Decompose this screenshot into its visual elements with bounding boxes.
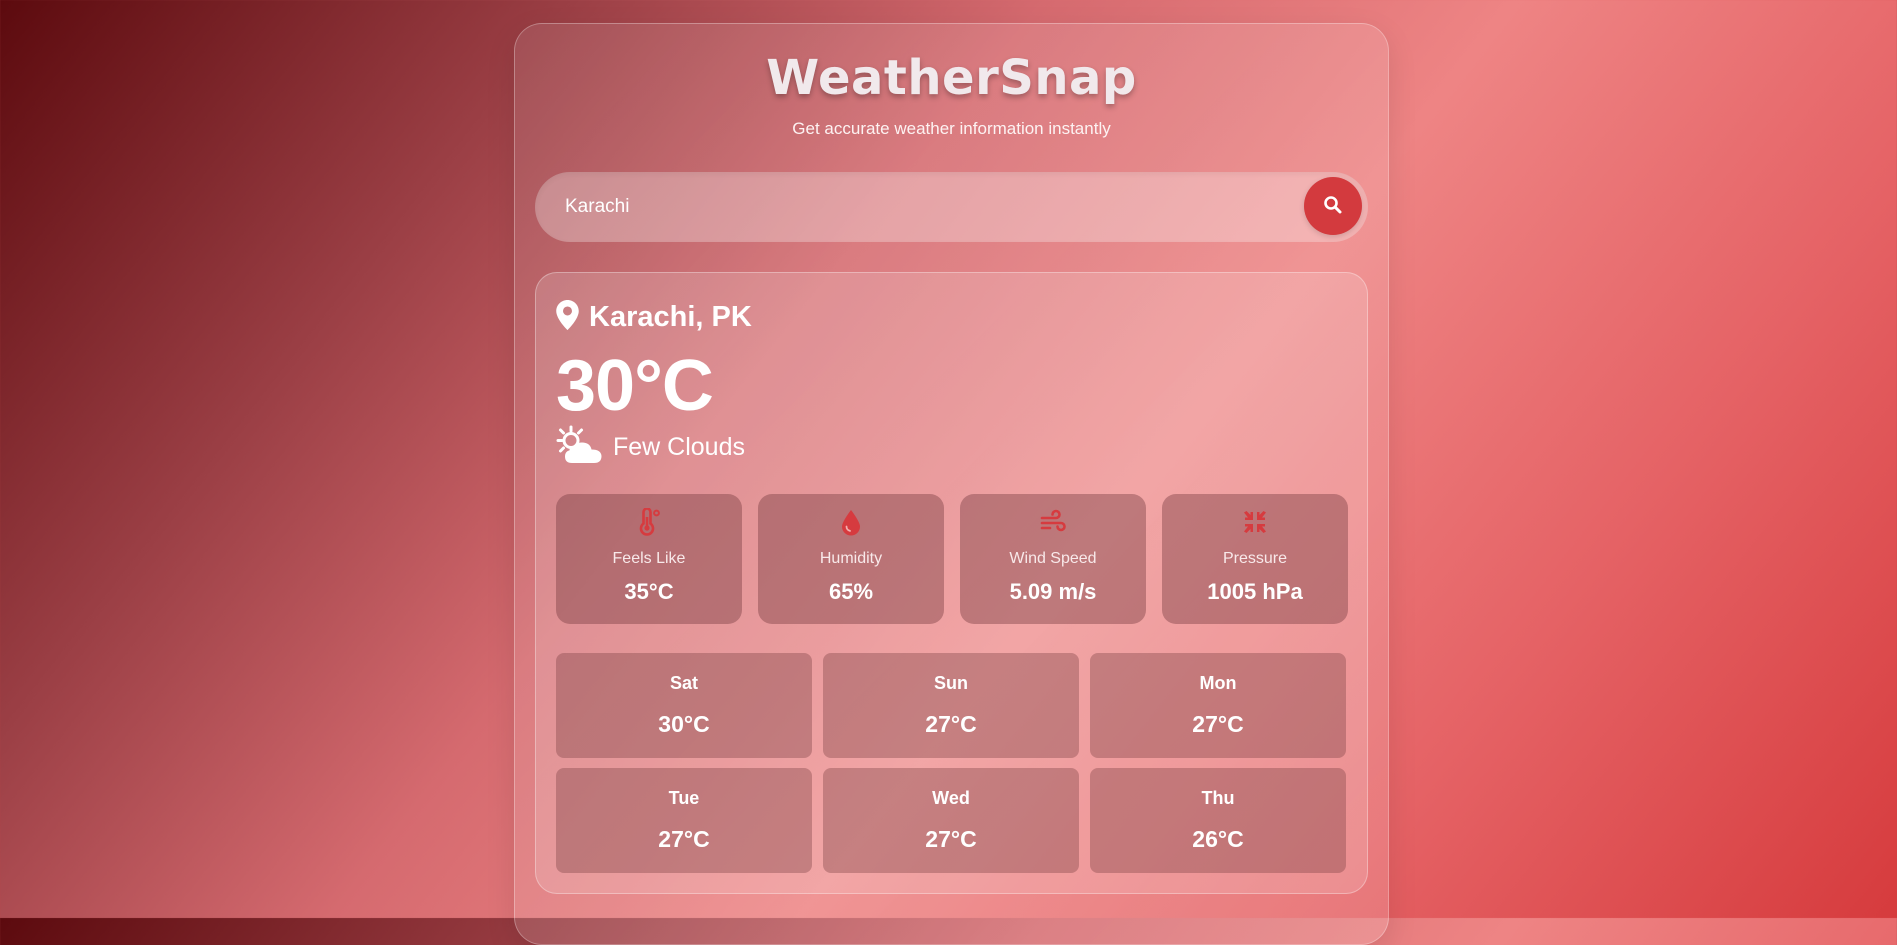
search-button[interactable] [1304,177,1362,235]
detail-humidity: Humidity 65% [758,494,944,624]
forecast-day: Thu 26°C [1090,768,1346,873]
app-subtitle: Get accurate weather information instant… [792,119,1111,138]
app-title: WeatherSnap [766,50,1137,106]
wind-icon [960,508,1146,536]
detail-pressure: Pressure 1005 hPa [1162,494,1348,624]
sun-behind-cloud-icon [556,425,604,470]
location-name: Karachi, PK [589,301,752,333]
location: Karachi, PK [556,300,752,335]
detail-label: Wind Speed [1009,550,1097,567]
weather-details: Feels Like 35°C Humidity 65% Wind Speed … [556,494,1348,624]
forecast-day-name: Thu [1201,788,1235,808]
detail-label: Pressure [1222,550,1288,567]
forecast-day-temp: 27°C [658,826,710,852]
detail-value: 65% [828,579,874,604]
search-bar [535,172,1368,242]
forecast-day-name: Sun [934,673,968,693]
detail-label: Humidity [819,550,883,567]
forecast-day: Wed 27°C [823,768,1079,873]
forecast-day-name: Mon [1199,673,1237,693]
forecast-day-name: Tue [668,788,700,808]
search-icon [1323,195,1343,218]
forecast-day-temp: 27°C [925,826,977,852]
forecast-day-temp: 30°C [658,711,710,737]
droplet-icon [758,508,944,536]
app-container: WeatherSnap Get accurate weather informa… [514,23,1389,945]
map-pin-icon [556,300,579,335]
compress-icon [1162,508,1348,536]
forecast-day-temp: 27°C [1192,711,1244,737]
forecast-day-temp: 27°C [925,711,977,737]
detail-value: 5.09 m/s [1009,579,1097,604]
detail-wind-speed: Wind Speed 5.09 m/s [960,494,1146,624]
current-temperature: 30°C [556,346,714,426]
detail-value: 35°C [624,579,674,604]
forecast-day-temp: 26°C [1192,826,1244,852]
forecast-day-name: Sat [669,673,698,693]
weather-card: Karachi, PK 30°C Few Clouds Feels Like 3… [535,272,1368,894]
forecast-day: Sat 30°C [556,653,812,758]
detail-label: Feels Like [612,550,686,567]
thermometer-icon [556,508,742,536]
forecast-day-name: Wed [932,788,970,808]
forecast-grid: Sat 30°C Sun 27°C Mon 27°C Tue 27°C Wed … [556,653,1348,873]
condition-text: Few Clouds [613,433,745,461]
forecast-day: Tue 27°C [556,768,812,873]
detail-value: 1005 hPa [1207,579,1303,604]
forecast-day: Sun 27°C [823,653,1079,758]
search-input[interactable] [565,172,1285,242]
weather-condition: Few Clouds [556,425,745,470]
detail-feels-like: Feels Like 35°C [556,494,742,624]
forecast-day: Mon 27°C [1090,653,1346,758]
